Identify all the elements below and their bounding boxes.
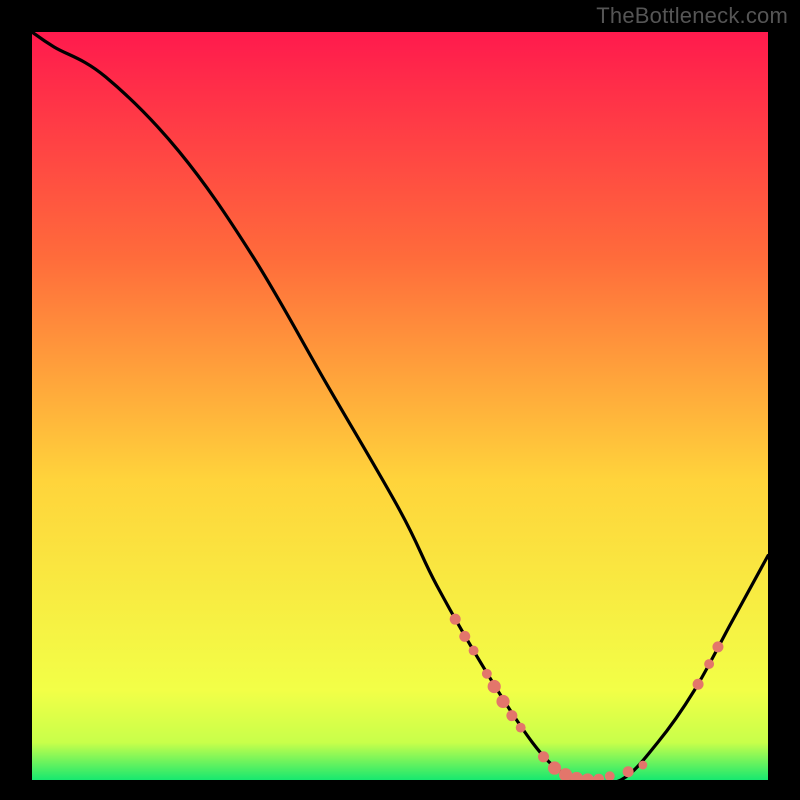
watermark-text: TheBottleneck.com (596, 3, 788, 29)
marker-point (538, 751, 549, 762)
marker-point (469, 646, 479, 656)
marker-point (712, 641, 723, 652)
marker-point (506, 710, 517, 721)
marker-point (623, 766, 634, 777)
marker-point (450, 614, 461, 625)
marker-point (459, 631, 470, 642)
marker-point (496, 695, 509, 708)
marker-point (693, 679, 704, 690)
marker-point (548, 761, 561, 774)
marker-point (638, 761, 647, 770)
marker-point (516, 723, 526, 733)
gradient-background (32, 32, 768, 780)
bottleneck-chart (32, 32, 768, 780)
marker-point (488, 680, 501, 693)
chart-container: TheBottleneck.com (0, 0, 800, 800)
marker-point (482, 669, 492, 679)
plot-area (32, 32, 768, 780)
marker-point (704, 659, 714, 669)
